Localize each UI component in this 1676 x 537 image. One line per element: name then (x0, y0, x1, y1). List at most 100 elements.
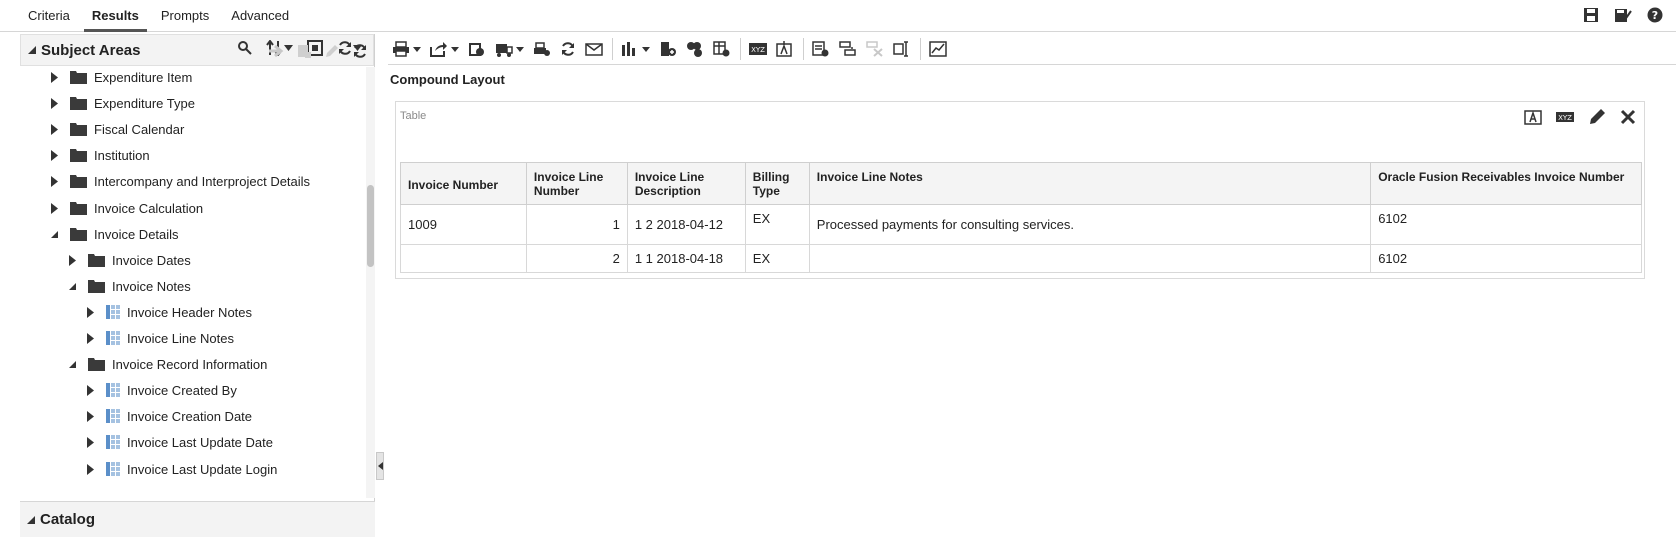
collapsed-triangle-icon[interactable] (48, 71, 60, 83)
results-table: Invoice Number Invoice Line Number Invoi… (400, 162, 1642, 273)
svg-text:XYZ: XYZ (1558, 114, 1572, 122)
duplicate-layout-button[interactable] (839, 38, 857, 60)
column-header[interactable]: Invoice Line Notes (808, 162, 1372, 205)
chevron-down-icon (451, 46, 459, 52)
tree-item[interactable]: Invoice Dates (66, 247, 191, 273)
tab-criteria[interactable]: Criteria (20, 0, 78, 32)
line-description-cell: 1 1 2018-04-18 (626, 244, 746, 273)
column-header[interactable]: Billing Type (744, 162, 810, 205)
catalog-header[interactable]: Catalog (20, 501, 375, 537)
tree-item[interactable]: Expenditure Item (48, 67, 192, 90)
folder-icon (70, 201, 87, 215)
collapsed-triangle-icon[interactable] (48, 149, 60, 161)
collapsed-triangle-icon[interactable] (84, 410, 96, 422)
tree-item[interactable]: Invoice Last Update Login (84, 456, 277, 482)
expanded-triangle-icon[interactable] (66, 358, 78, 370)
tree-scrollbar[interactable] (366, 67, 375, 498)
email-button[interactable] (585, 38, 603, 60)
line-notes-cell (808, 244, 1372, 273)
deliver-button[interactable] (495, 38, 524, 60)
tree-item-label: Invoice Last Update Date (127, 434, 273, 450)
tree-item[interactable]: Invoice Creation Date (84, 403, 252, 429)
chevron-left-icon (377, 462, 383, 470)
tree-item[interactable]: Intercompany and Interproject Details (48, 168, 310, 194)
refresh-icon[interactable] (352, 43, 368, 59)
folder-icon (88, 279, 105, 293)
add-group-button[interactable] (686, 38, 704, 60)
collapsed-triangle-icon[interactable] (84, 384, 96, 396)
tree-item[interactable]: Invoice Record Information (66, 351, 267, 377)
tree-item-label: Invoice Creation Date (127, 408, 253, 424)
export-button[interactable] (430, 38, 459, 60)
table-view: Table XYZ Invoice Number Invoice Line Nu… (395, 101, 1645, 279)
collapsed-triangle-icon[interactable] (84, 463, 96, 475)
tree-item[interactable]: Expenditure Type (48, 90, 195, 116)
save-icon[interactable] (1582, 6, 1600, 24)
folder-icon (70, 227, 87, 241)
scroll-thumb[interactable] (367, 185, 374, 267)
tab-advanced[interactable]: Advanced (223, 0, 297, 32)
tree-item[interactable]: Invoice Line Notes (84, 325, 234, 351)
compound-layout-title: Compound Layout (390, 72, 505, 87)
column-header[interactable]: Oracle Fusion Receivables Invoice Number (1370, 162, 1642, 205)
add-column-button[interactable] (659, 38, 677, 60)
line-notes-cell: Processed payments for consulting servic… (808, 204, 1372, 245)
tree-item[interactable]: Invoice Last Update Date (84, 429, 273, 455)
column-header[interactable]: Invoice Line Description (626, 162, 746, 205)
collapsed-triangle-icon[interactable] (48, 175, 60, 187)
expanded-triangle-icon[interactable] (66, 280, 78, 292)
collapsed-triangle-icon[interactable] (48, 97, 60, 109)
tree-item[interactable]: Invoice Details (48, 221, 179, 247)
print-button[interactable] (392, 38, 421, 60)
collapsed-triangle-icon[interactable] (84, 332, 96, 344)
tree-item[interactable]: Invoice Calculation (48, 195, 203, 221)
svg-text:XYZ: XYZ (751, 46, 765, 54)
tree-item[interactable]: Invoice Created By (84, 377, 237, 403)
collapsed-triangle-icon[interactable] (84, 436, 96, 448)
collapsed-triangle-icon[interactable] (48, 123, 60, 135)
tree-item[interactable]: Fiscal Calendar (48, 116, 184, 142)
chevron-down-icon (516, 46, 524, 52)
expanded-triangle-icon[interactable] (48, 228, 60, 240)
tab-results[interactable]: Results (83, 0, 147, 32)
analysis-properties-button[interactable] (929, 38, 947, 60)
tree-item[interactable]: Invoice Notes (66, 273, 191, 299)
column-header[interactable]: Invoice Number (400, 162, 527, 205)
rename-layout-button[interactable] (893, 38, 911, 60)
invoice-number-cell: 1009 (400, 204, 527, 245)
new-view-button[interactable] (621, 38, 650, 60)
edit-icon[interactable] (1588, 108, 1606, 126)
collapsed-triangle-icon[interactable] (66, 254, 78, 266)
column-icon (106, 305, 120, 319)
panel-collapse-handle[interactable] (376, 452, 384, 480)
collapsed-triangle-icon[interactable] (84, 306, 96, 318)
column-header[interactable]: Invoice Line Number (525, 162, 628, 205)
print-preview-button[interactable] (533, 38, 551, 60)
close-icon[interactable] (1620, 109, 1636, 125)
search-icon[interactable] (238, 41, 252, 55)
title-view-button[interactable] (776, 38, 794, 60)
collapse-triangle-icon[interactable] (26, 515, 36, 525)
tab-prompts[interactable]: Prompts (153, 0, 217, 32)
toolbar-separator (803, 38, 804, 60)
tree-item-label: Invoice Notes (112, 278, 191, 294)
collapsed-triangle-icon[interactable] (48, 202, 60, 214)
add-calculated-item-button[interactable] (713, 38, 731, 60)
email-icon (585, 43, 603, 56)
rename-icon (893, 41, 908, 57)
schedule-button[interactable] (468, 38, 486, 60)
refresh-results-button[interactable] (560, 38, 576, 60)
table-row: 2 1 1 2018-04-18 EX 6102 (400, 244, 1642, 273)
tree-item[interactable]: Institution (48, 142, 150, 168)
help-icon[interactable]: ? (1646, 6, 1664, 24)
save-as-icon[interactable] (1614, 6, 1632, 24)
folder-icon (70, 96, 87, 110)
format-view-icon[interactable] (1524, 109, 1542, 125)
toolbar-separator (612, 38, 613, 60)
filters-button[interactable]: XYZ (749, 38, 767, 60)
xyz-icon[interactable]: XYZ (1556, 110, 1574, 124)
collapse-triangle-icon[interactable] (27, 45, 37, 55)
tree-item[interactable]: Invoice Header Notes (84, 299, 252, 325)
export-icon (430, 42, 447, 57)
edit-layout-button[interactable] (812, 38, 830, 60)
